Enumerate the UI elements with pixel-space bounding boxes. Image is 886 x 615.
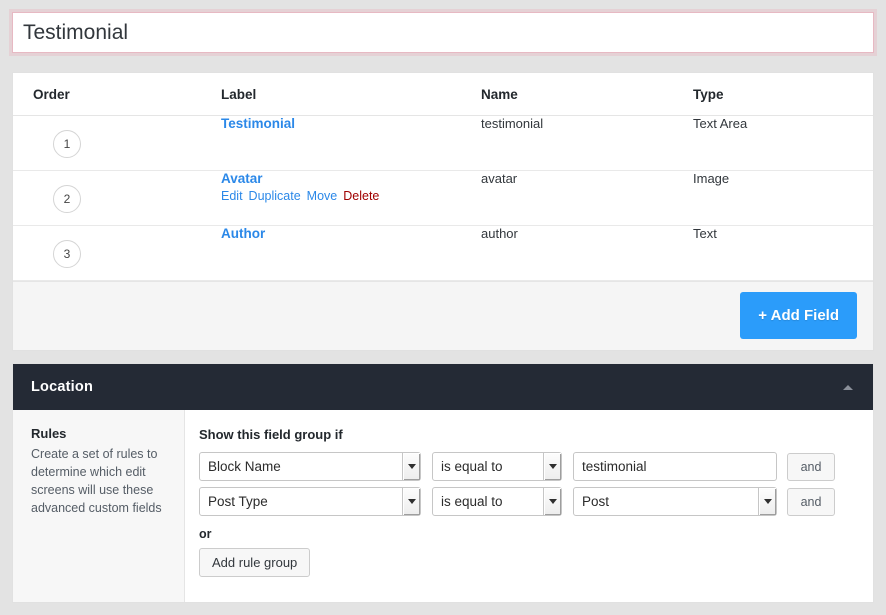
row-label-cell: Avatar Edit Duplicate Move Delete xyxy=(221,170,481,226)
rule-operator-value: is equal to xyxy=(441,494,503,509)
rule-value-select[interactable]: Post xyxy=(573,487,777,516)
rule-operator-select[interactable]: is equal to xyxy=(432,452,562,481)
field-label-link[interactable]: Testimonial xyxy=(221,116,295,131)
row-name-cell: author xyxy=(481,225,693,281)
row-type-cell: Image xyxy=(693,170,873,226)
column-header-type: Type xyxy=(693,73,873,116)
rules-aside-description: Create a set of rules to determine which… xyxy=(31,447,162,515)
rule-param-select[interactable]: Block Name xyxy=(199,452,421,481)
table-row[interactable]: 2 Avatar Edit Duplicate Move Delete avatar … xyxy=(13,170,873,226)
row-action-edit[interactable]: Edit xyxy=(221,189,243,203)
rule-param-select[interactable]: Post Type xyxy=(199,487,421,516)
row-order-cell: 1 xyxy=(13,115,221,171)
row-action-move[interactable]: Move xyxy=(307,189,338,203)
rules-main: Show this field group if Block Name is e… xyxy=(185,410,873,602)
row-name-cell: avatar xyxy=(481,170,693,226)
rule-and-button[interactable]: and xyxy=(787,487,835,516)
field-label-link[interactable]: Author xyxy=(221,226,265,241)
post-title-input[interactable] xyxy=(13,13,873,52)
fields-table: Order Label Name Type 1 Testimonial test… xyxy=(13,73,873,281)
order-badge[interactable]: 1 xyxy=(53,130,81,158)
location-panel-header: Location xyxy=(13,364,873,410)
rule-row: Block Name is equal to testimonial and xyxy=(199,452,857,481)
chevron-down-icon[interactable] xyxy=(543,488,561,515)
add-rule-group-button[interactable]: Add rule group xyxy=(199,548,311,577)
chevron-down-icon[interactable] xyxy=(758,488,776,515)
caret-up-icon xyxy=(843,384,853,390)
rule-value-input[interactable]: testimonial xyxy=(573,452,777,481)
rule-operator-value: is equal to xyxy=(441,459,503,474)
table-row[interactable]: 3 Author author Text xyxy=(13,225,873,281)
row-action-delete[interactable]: Delete xyxy=(343,189,379,203)
rule-value-text: testimonial xyxy=(582,459,647,474)
chevron-down-icon[interactable] xyxy=(402,453,420,480)
column-header-name: Name xyxy=(481,73,693,116)
collapse-toggle[interactable] xyxy=(835,364,861,410)
row-label-cell: Author xyxy=(221,225,481,281)
row-order-cell: 2 xyxy=(13,170,221,226)
location-panel-title: Location xyxy=(31,379,94,395)
row-action-duplicate[interactable]: Duplicate xyxy=(249,189,301,203)
field-label-link[interactable]: Avatar xyxy=(221,171,263,186)
post-title-wrapper xyxy=(12,12,874,53)
or-label: or xyxy=(199,527,212,541)
fields-panel: Order Label Name Type 1 Testimonial test… xyxy=(12,72,874,351)
fields-panel-footer: + Add Field xyxy=(13,281,873,350)
row-type-cell: Text Area xyxy=(693,115,873,171)
row-order-cell: 3 xyxy=(13,225,221,281)
rules-heading: Show this field group if xyxy=(199,427,343,442)
chevron-down-icon[interactable] xyxy=(543,453,561,480)
rule-and-button[interactable]: and xyxy=(787,452,835,481)
rule-value-text: Post xyxy=(582,494,610,509)
order-badge[interactable]: 2 xyxy=(53,185,81,213)
row-name-cell: testimonial xyxy=(481,115,693,171)
row-label-cell: Testimonial xyxy=(221,115,481,171)
table-header-row: Order Label Name Type xyxy=(13,73,873,116)
column-header-label: Label xyxy=(221,73,481,116)
row-actions: Edit Duplicate Move Delete xyxy=(221,189,481,203)
rule-param-value: Post Type xyxy=(208,494,268,509)
location-panel: Location Rules Create a set of rules to … xyxy=(12,363,874,603)
rule-operator-select[interactable]: is equal to xyxy=(432,487,562,516)
table-row[interactable]: 1 Testimonial testimonial Text Area xyxy=(13,115,873,171)
column-header-order: Order xyxy=(13,73,221,116)
rule-param-value: Block Name xyxy=(208,459,281,474)
rules-aside-heading: Rules xyxy=(31,426,67,441)
rules-aside: Rules Create a set of rules to determine… xyxy=(13,410,185,602)
order-badge[interactable]: 3 xyxy=(53,240,81,268)
add-field-button[interactable]: + Add Field xyxy=(740,292,857,339)
rule-row: Post Type is equal to Post and xyxy=(199,487,857,516)
location-panel-body: Rules Create a set of rules to determine… xyxy=(13,410,873,602)
row-type-cell: Text xyxy=(693,225,873,281)
chevron-down-icon[interactable] xyxy=(402,488,420,515)
